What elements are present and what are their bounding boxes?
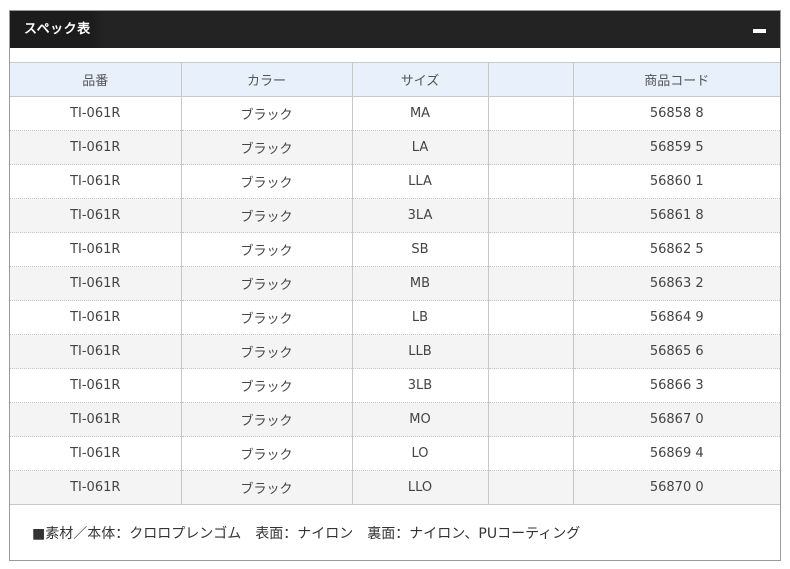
cell-product-code: 56859 5 <box>573 130 780 165</box>
cell-blank <box>488 470 574 505</box>
minus-icon[interactable] <box>753 29 766 33</box>
cell-color: ブラック <box>181 402 353 437</box>
cell-part-number: TI-061R <box>10 198 182 233</box>
cell-part-number: TI-061R <box>10 334 182 369</box>
cell-size: 3LB <box>352 368 489 403</box>
panel-title: スペック表 <box>10 11 105 48</box>
column-header-product-code: 商品コード <box>573 62 780 97</box>
cell-part-number: TI-061R <box>10 232 182 267</box>
column-header-color: カラー <box>181 62 353 97</box>
cell-product-code: 56862 5 <box>573 232 780 267</box>
cell-color: ブラック <box>181 368 353 403</box>
cell-part-number: TI-061R <box>10 300 182 335</box>
table-row: TI-061R ブラック LB 56864 9 <box>10 300 780 335</box>
table-row: TI-061R ブラック 3LA 56861 8 <box>10 198 780 233</box>
table-row: TI-061R ブラック MA 56858 8 <box>10 96 780 131</box>
cell-size: LLO <box>352 470 489 505</box>
cell-size: LO <box>352 436 489 471</box>
cell-product-code: 56866 3 <box>573 368 780 403</box>
table-row: TI-061R ブラック LO 56869 4 <box>10 436 780 471</box>
cell-product-code: 56869 4 <box>573 436 780 471</box>
spec-table: 品番 カラー サイズ 商品コード TI-061R ブラック MA 56858 8 TI-… <box>10 62 780 505</box>
cell-size: MB <box>352 266 489 301</box>
cell-blank <box>488 402 574 437</box>
cell-product-code: 56858 8 <box>573 96 780 131</box>
cell-size: MA <box>352 96 489 131</box>
cell-blank <box>488 266 574 301</box>
cell-blank <box>488 96 574 131</box>
cell-blank <box>488 368 574 403</box>
column-header-part-number: 品番 <box>10 62 182 97</box>
table-header-row: 品番 カラー サイズ 商品コード <box>10 62 780 97</box>
cell-blank <box>488 436 574 471</box>
cell-color: ブラック <box>181 436 353 471</box>
cell-part-number: TI-061R <box>10 470 182 505</box>
cell-part-number: TI-061R <box>10 436 182 471</box>
cell-product-code: 56861 8 <box>573 198 780 233</box>
cell-product-code: 56864 9 <box>573 300 780 335</box>
table-row: TI-061R ブラック MB 56863 2 <box>10 266 780 301</box>
spec-panel: スペック表 品番 カラー サイズ 商品コード TI-061R ブラック MA 5… <box>9 10 781 561</box>
cell-part-number: TI-061R <box>10 96 182 131</box>
cell-size: LLB <box>352 334 489 369</box>
cell-size: LLA <box>352 164 489 199</box>
table-row: TI-061R ブラック LLB 56865 6 <box>10 334 780 369</box>
cell-product-code: 56860 1 <box>573 164 780 199</box>
cell-blank <box>488 130 574 165</box>
cell-color: ブラック <box>181 300 353 335</box>
cell-color: ブラック <box>181 164 353 199</box>
cell-color: ブラック <box>181 470 353 505</box>
cell-part-number: TI-061R <box>10 266 182 301</box>
cell-size: MO <box>352 402 489 437</box>
cell-part-number: TI-061R <box>10 402 182 437</box>
cell-blank <box>488 232 574 267</box>
cell-product-code: 56863 2 <box>573 266 780 301</box>
cell-blank <box>488 300 574 335</box>
table-row: TI-061R ブラック LLO 56870 0 <box>10 470 780 505</box>
column-header-size: サイズ <box>352 62 489 97</box>
cell-product-code: 56865 6 <box>573 334 780 369</box>
table-row: TI-061R ブラック 3LB 56866 3 <box>10 368 780 403</box>
cell-blank <box>488 198 574 233</box>
cell-size: 3LA <box>352 198 489 233</box>
cell-size: LB <box>352 300 489 335</box>
panel-header: スペック表 <box>10 11 780 48</box>
cell-size: LA <box>352 130 489 165</box>
table-row: TI-061R ブラック SB 56862 5 <box>10 232 780 267</box>
cell-color: ブラック <box>181 198 353 233</box>
cell-blank <box>488 334 574 369</box>
cell-color: ブラック <box>181 266 353 301</box>
column-header-blank <box>488 62 574 97</box>
cell-color: ブラック <box>181 334 353 369</box>
cell-size: SB <box>352 232 489 267</box>
material-note: ■素材／本体：クロロプレンゴム 表面：ナイロン 裏面：ナイロン、PUコーティング <box>32 526 581 542</box>
table-row: TI-061R ブラック LA 56859 5 <box>10 130 780 165</box>
cell-part-number: TI-061R <box>10 130 182 165</box>
cell-color: ブラック <box>181 96 353 131</box>
cell-color: ブラック <box>181 130 353 165</box>
cell-blank <box>488 164 574 199</box>
table-row: TI-061R ブラック MO 56867 0 <box>10 402 780 437</box>
cell-part-number: TI-061R <box>10 164 182 199</box>
spec-table-wrap: 品番 カラー サイズ 商品コード TI-061R ブラック MA 56858 8 TI-… <box>10 62 780 505</box>
table-row: TI-061R ブラック LLA 56860 1 <box>10 164 780 199</box>
cell-color: ブラック <box>181 232 353 267</box>
cell-part-number: TI-061R <box>10 368 182 403</box>
cell-product-code: 56867 0 <box>573 402 780 437</box>
cell-product-code: 56870 0 <box>573 470 780 505</box>
